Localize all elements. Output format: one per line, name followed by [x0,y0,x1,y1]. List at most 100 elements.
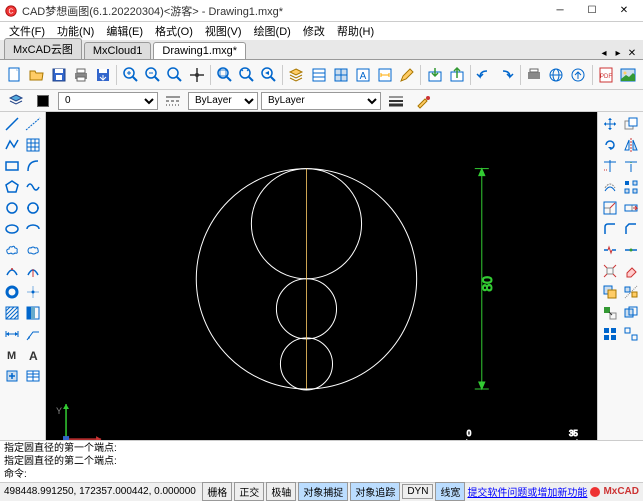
status-osnap[interactable]: 对象捕捉 [298,482,348,501]
properties-button[interactable] [308,63,329,87]
color-button[interactable] [31,89,55,113]
tab-drawing1[interactable]: Drawing1.mxg* [153,42,246,59]
ellipse-arc-tool[interactable] [23,219,43,239]
maximize-button[interactable]: ☐ [577,1,607,21]
arc-center-tool[interactable] [23,261,43,281]
menu-draw[interactable]: 绘图(D) [249,22,296,40]
move-tool[interactable] [600,114,620,134]
leader-tool[interactable] [23,324,43,344]
array-tool[interactable] [621,177,641,197]
zoom-out-button[interactable] [142,63,163,87]
chamfer-tool[interactable] [621,219,641,239]
text-tool[interactable]: A [23,345,43,365]
arc-3p-tool[interactable] [2,261,22,281]
mirror-tool[interactable] [621,135,641,155]
tab-mxcloud1[interactable]: MxCloud1 [84,42,152,59]
share-button[interactable] [568,63,589,87]
zoom-in-button[interactable] [120,63,141,87]
mtext-tool[interactable]: M [2,345,22,365]
zoom-previous-button[interactable] [258,63,279,87]
polygon-tool[interactable] [2,177,22,197]
status-grid[interactable]: 栅格 [202,482,232,501]
text-style-button[interactable]: A [352,63,373,87]
plot-button[interactable] [524,63,545,87]
circle-tool[interactable] [2,198,22,218]
circle-2p-tool[interactable] [23,198,43,218]
tab-next-icon[interactable]: ▸ [611,48,625,59]
import-button[interactable] [424,63,445,87]
trim-tool[interactable] [600,156,620,176]
join-tool[interactable] [621,240,641,260]
status-dyn[interactable]: DYN [402,484,433,499]
layer-manager-button[interactable] [4,89,28,113]
command-input[interactable] [27,468,639,481]
hatch-tool[interactable] [2,303,22,323]
spline-tool[interactable] [23,177,43,197]
point-tool[interactable] [23,282,43,302]
extend-tool[interactable] [621,156,641,176]
bylayer-select[interactable]: ByLayer [188,92,258,110]
status-lineweight[interactable]: 线宽 [435,482,465,501]
status-ortho[interactable]: 正交 [234,482,264,501]
menu-help[interactable]: 帮助(H) [332,22,379,40]
tab-prev-icon[interactable]: ◂ [597,48,611,59]
match-prop-tool[interactable] [600,303,620,323]
ungroup-tool[interactable] [621,324,641,344]
image-button[interactable] [618,63,639,87]
scale-tool[interactable] [600,198,620,218]
copy-tool[interactable] [621,114,641,134]
construction-line-tool[interactable] [23,114,43,134]
linetype-select[interactable]: ByLayer [261,92,381,110]
insert-block-tool[interactable] [2,366,22,386]
block-button[interactable] [330,63,351,87]
export-button[interactable] [446,63,467,87]
region-tool[interactable] [621,303,641,323]
layer-button[interactable] [286,63,307,87]
table-tool[interactable] [23,366,43,386]
pdf-button[interactable]: PDF [596,63,617,87]
menu-edit[interactable]: 编辑(E) [101,22,148,40]
pan-button[interactable] [186,63,207,87]
zoom-extents-button[interactable] [214,63,235,87]
ellipse-tool[interactable] [2,219,22,239]
menu-modify[interactable]: 修改 [298,22,330,40]
feedback-link[interactable]: 提交软件问题或增加新功能 [467,484,587,499]
color-pick-button[interactable] [411,89,435,113]
menu-view[interactable]: 视图(V) [200,22,247,40]
new-button[interactable] [4,63,25,87]
block-edit-tool[interactable] [600,282,620,302]
layer-select[interactable]: 0 [58,92,158,110]
save-button[interactable] [48,63,69,87]
tab-close-icon[interactable]: ✕ [625,48,639,59]
polyline-tool[interactable] [2,135,22,155]
print-button[interactable] [70,63,91,87]
redo-button[interactable] [496,63,517,87]
donut-tool[interactable] [2,282,22,302]
line-tool[interactable] [2,114,22,134]
arc-tool[interactable] [23,156,43,176]
gradient-tool[interactable] [23,303,43,323]
rotate-tool[interactable] [600,135,620,155]
break-tool[interactable] [600,240,620,260]
status-otrack[interactable]: 对象追踪 [350,482,400,501]
fillet-tool[interactable] [600,219,620,239]
erase-tool[interactable] [621,261,641,281]
dimension-tool[interactable] [2,324,22,344]
edit-button[interactable] [396,63,417,87]
align-tool[interactable] [621,282,641,302]
web-button[interactable] [546,63,567,87]
zoom-realtime-button[interactable] [236,63,257,87]
close-button[interactable]: ✕ [609,1,639,21]
cloud-tool[interactable] [2,240,22,260]
lineweight-button[interactable] [384,89,408,113]
undo-button[interactable] [474,63,495,87]
offset-tool[interactable] [600,177,620,197]
minimize-button[interactable]: ─ [545,1,575,21]
group-tool[interactable] [600,324,620,344]
dim-style-button[interactable] [374,63,395,87]
menu-format[interactable]: 格式(O) [150,22,198,40]
save-as-button[interactable] [92,63,113,87]
revision-cloud-tool[interactable] [23,240,43,260]
explode-tool[interactable] [600,261,620,281]
drawing-canvas[interactable]: Y X 80 [46,112,597,440]
